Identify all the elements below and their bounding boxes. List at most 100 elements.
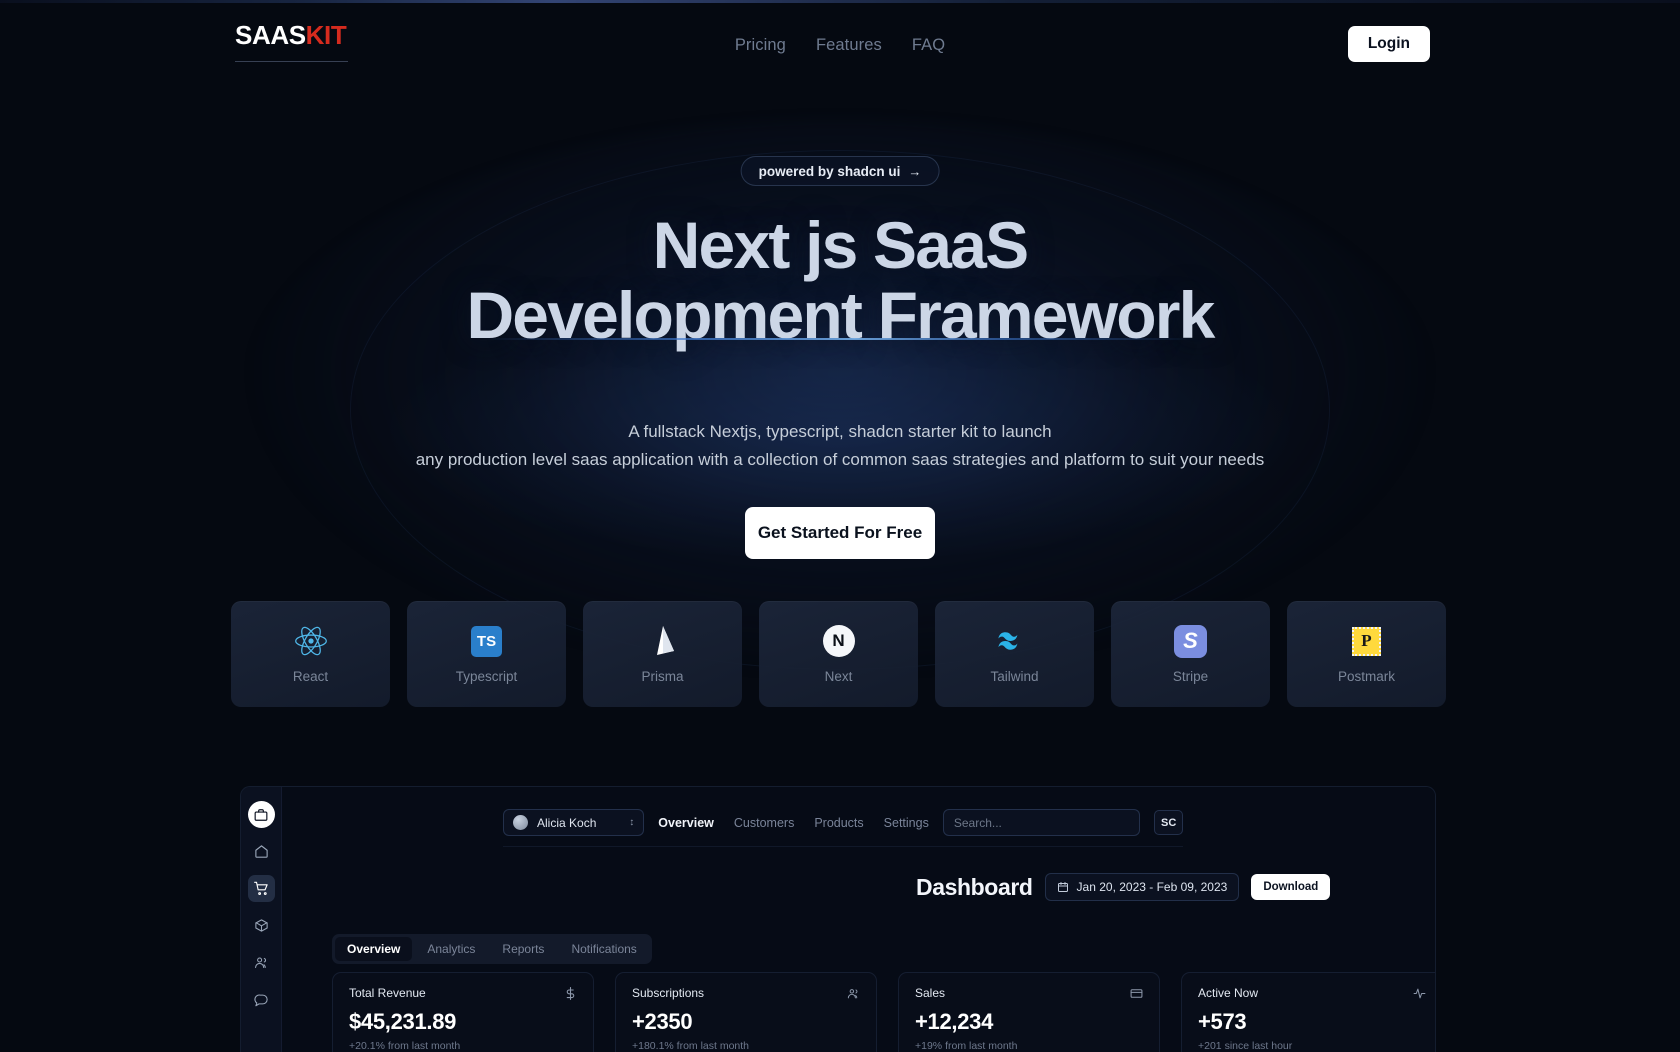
logo[interactable]: SAASKIT — [235, 22, 348, 62]
tech-card-tailwind[interactable]: Tailwind — [935, 601, 1094, 707]
stat-cards-row: Total Revenue $45,231.89 +20.1% from las… — [332, 972, 1435, 1052]
tech-card-typescript[interactable]: TS Typescript — [407, 601, 566, 707]
account-name: Alicia Koch — [537, 815, 597, 830]
stat-value-total-revenue: $45,231.89 — [349, 1009, 457, 1034]
stat-delta-subscriptions: +180.1% from last month — [632, 1040, 750, 1052]
sidebar-item-package[interactable] — [248, 912, 275, 939]
stat-label-total-revenue: Total Revenue — [349, 986, 426, 1000]
date-range-picker[interactable]: Jan 20, 2023 - Feb 09, 2023 — [1044, 873, 1240, 901]
sidebar-item-briefcase[interactable] — [247, 801, 275, 828]
tech-label-prisma: Prisma — [641, 669, 684, 684]
logo-underline — [235, 61, 348, 62]
postmark-glyph: P — [1352, 626, 1381, 656]
stat-value-subscriptions: +2350 — [632, 1009, 693, 1034]
stat-label-subscriptions: Subscriptions — [632, 986, 705, 1000]
credit-card-icon — [1130, 987, 1143, 1000]
hero-subtitle-line-1: A fullstack Nextjs, typescript, shadcn s… — [628, 422, 1052, 441]
dashboard-header: Dashboard Jan 20, 2023 - Feb 09, 2023 Do… — [916, 873, 1331, 901]
user-avatar-initials[interactable]: SC — [1154, 810, 1183, 835]
tech-card-react[interactable]: React — [231, 601, 390, 707]
hero-glow-primary — [240, 120, 1440, 680]
tab-notifications[interactable]: Notifications — [559, 937, 648, 961]
logo-main-text: SAAS — [235, 20, 306, 50]
shadcn-badge[interactable]: powered by shadcn ui → — [740, 156, 940, 186]
arrow-right-icon: → — [908, 163, 922, 179]
tab-analytics[interactable]: Analytics — [415, 937, 487, 961]
sidebar-item-users[interactable] — [248, 949, 275, 976]
account-switcher[interactable]: Alicia Koch ↕ — [503, 809, 645, 836]
dashboard-nav: Overview Customers Products Settings — [658, 816, 929, 830]
tab-overview[interactable]: Overview — [335, 937, 413, 961]
stat-label-sales: Sales — [915, 986, 946, 1000]
activity-icon — [1413, 987, 1426, 1000]
dashboard-sidebar — [241, 787, 282, 1052]
hero-title-underline — [480, 338, 1200, 340]
login-button[interactable]: Login — [1347, 26, 1430, 62]
tech-card-prisma[interactable]: Prisma — [583, 601, 742, 707]
stat-card-sales: Sales +12,234 +19% from last month — [898, 972, 1160, 1052]
dashboard-nav-settings[interactable]: Settings — [884, 816, 929, 830]
dashboard-content: Alicia Koch ↕ Overview Customers Product… — [282, 787, 1435, 1052]
tech-card-postmark[interactable]: P Postmark — [1287, 601, 1446, 707]
dashboard-nav-overview[interactable]: Overview — [658, 816, 714, 830]
stat-card-total-revenue: Total Revenue $45,231.89 +20.1% from las… — [332, 972, 594, 1052]
stat-delta-active-now: +201 since last hour — [1198, 1040, 1293, 1052]
stat-delta-sales: +19% from last month — [915, 1040, 1018, 1052]
tech-label-postmark: Postmark — [1337, 669, 1395, 684]
nav-item-faq[interactable]: FAQ — [912, 36, 945, 55]
avatar — [513, 815, 528, 830]
dashboard-topbar: Alicia Koch ↕ Overview Customers Product… — [503, 809, 1183, 847]
primary-nav: Pricing Features FAQ — [735, 36, 945, 55]
nav-item-features[interactable]: Features — [816, 36, 882, 55]
tab-reports[interactable]: Reports — [490, 937, 556, 961]
get-started-button[interactable]: Get Started For Free — [745, 507, 935, 559]
postmark-icon: P — [1352, 624, 1381, 658]
nav-item-pricing[interactable]: Pricing — [735, 36, 786, 55]
users-icon — [847, 987, 860, 1000]
nextjs-icon: N — [822, 624, 855, 658]
shadcn-badge-label: powered by shadcn ui — [758, 163, 901, 179]
hero-subtitle: A fullstack Nextjs, typescript, shadcn s… — [0, 418, 1680, 474]
stat-value-sales: +12,234 — [915, 1009, 994, 1034]
dashboard-nav-customers[interactable]: Customers — [734, 816, 794, 830]
stat-label-active-now: Active Now — [1198, 986, 1259, 1000]
sidebar-item-home[interactable] — [248, 838, 275, 865]
tech-label-react: React — [292, 669, 329, 684]
prisma-icon — [650, 624, 676, 658]
search-placeholder: Search... — [953, 815, 1002, 830]
tech-label-typescript: Typescript — [455, 669, 518, 684]
stat-card-subscriptions: Subscriptions +2350 +180.1% from last mo… — [615, 972, 877, 1052]
stat-value-active-now: +573 — [1198, 1009, 1247, 1034]
stat-card-active-now: Active Now +573 +201 since last hour — [1181, 972, 1435, 1052]
tech-label-tailwind: Tailwind — [990, 669, 1039, 684]
calendar-icon — [1057, 882, 1068, 892]
stat-delta-total-revenue: +20.1% from last month — [349, 1040, 461, 1052]
search-input[interactable]: Search... — [942, 809, 1141, 836]
dashboard-tabs: Overview Analytics Reports Notifications — [332, 934, 652, 964]
site-header: SAASKIT Pricing Features FAQ Login — [0, 0, 1680, 92]
hero-title: Next js SaaS Development Framework — [0, 211, 1680, 350]
react-icon — [294, 624, 328, 658]
stripe-icon: S — [1174, 624, 1207, 658]
sidebar-item-cart[interactable] — [247, 875, 275, 902]
tech-label-stripe: Stripe — [1172, 669, 1209, 684]
download-button[interactable]: Download — [1251, 874, 1331, 900]
tech-label-next: Next — [824, 669, 853, 684]
tech-card-stripe[interactable]: S Stripe — [1111, 601, 1270, 707]
page-title: Dashboard — [916, 873, 1033, 900]
chevron-up-down-icon: ↕ — [629, 816, 635, 828]
tech-card-next[interactable]: N Next — [759, 601, 918, 707]
nextjs-glyph: N — [822, 625, 855, 657]
stripe-glyph: S — [1174, 624, 1207, 658]
dashboard-preview: Alicia Koch ↕ Overview Customers Product… — [240, 786, 1436, 1052]
dollar-icon — [564, 986, 577, 1000]
typescript-glyph: TS — [471, 625, 502, 657]
typescript-icon: TS — [471, 624, 502, 658]
dashboard-nav-products[interactable]: Products — [814, 816, 863, 830]
sidebar-item-chat[interactable] — [248, 986, 275, 1013]
hero-subtitle-line-2: any production level saas application wi… — [415, 450, 1265, 469]
date-range-label: Jan 20, 2023 - Feb 09, 2023 — [1076, 880, 1228, 894]
logo-accent-text: KIT — [305, 20, 347, 50]
hero-title-line-1: Next js SaaS — [652, 208, 1029, 282]
tailwind-icon — [996, 624, 1034, 658]
